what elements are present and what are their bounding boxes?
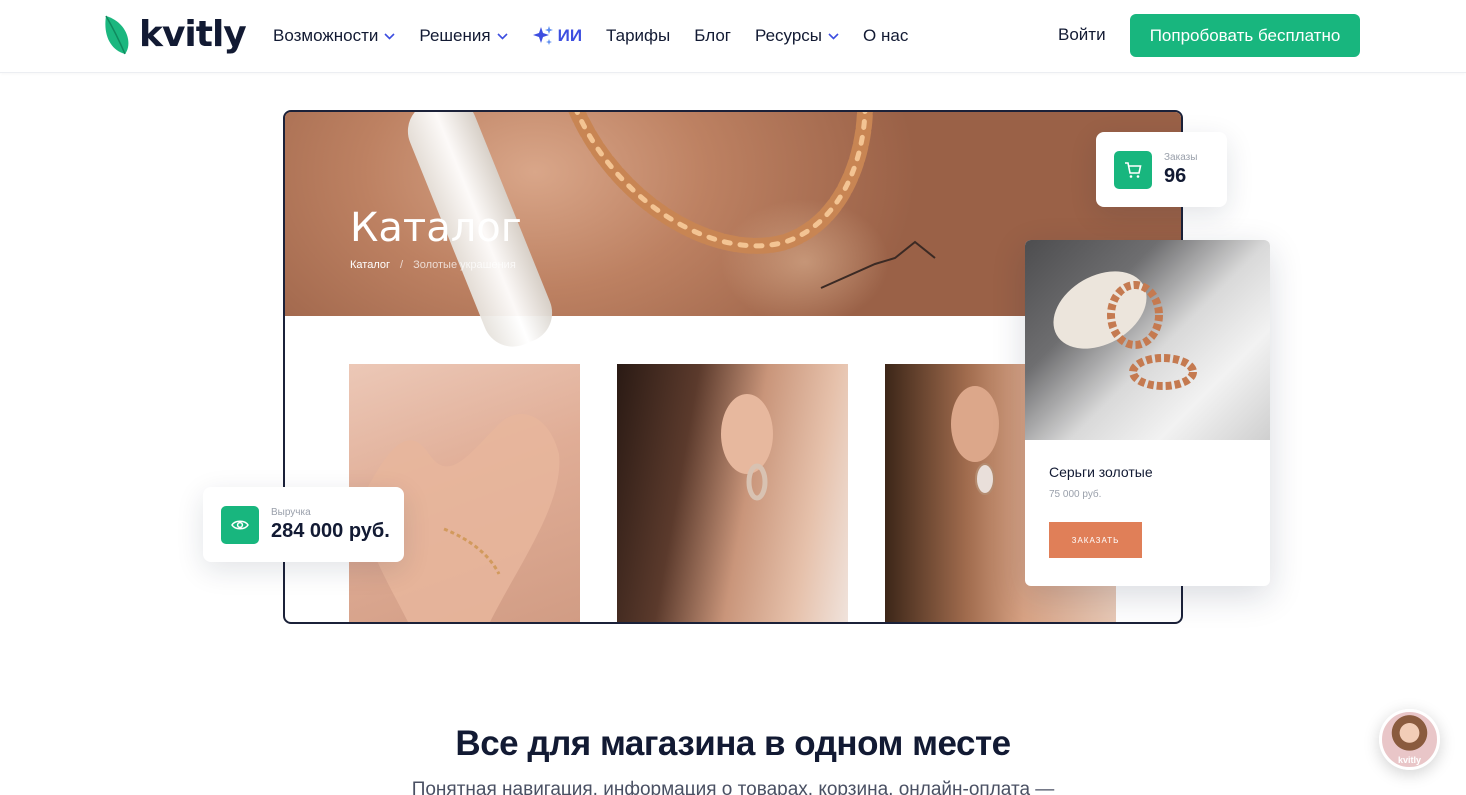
revenue-stat-card: Выручка 284 000 руб. [203, 487, 404, 562]
order-button[interactable]: ЗАКАЗАТЬ [1049, 522, 1142, 558]
earrings-on-stone-shape [1053, 271, 1197, 390]
breadcrumb-separator: / [400, 259, 404, 271]
product-image-earring-hoop[interactable] [617, 364, 848, 622]
menu-item-about[interactable]: О нас [863, 26, 908, 46]
menu-item-solutions[interactable]: Решения [419, 26, 508, 46]
ear-shape [721, 394, 773, 501]
orders-label: Заказы [1164, 151, 1198, 163]
revenue-value: 284 000 руб. [271, 519, 390, 542]
main-menu: Возможности Решения ИИ Тарифы Блог Ресур… [273, 24, 932, 48]
product-card[interactable]: Серьги золотые 75 000 руб. ЗАКАЗАТЬ [1025, 240, 1270, 586]
orders-stat-card: Заказы 96 [1096, 132, 1227, 207]
chevron-down-icon [384, 32, 395, 40]
revenue-label: Выручка [271, 506, 311, 518]
chat-widget-label: kvitly [1397, 755, 1421, 765]
menu-item-label: Блог [694, 26, 731, 45]
eye-icon [221, 505, 259, 544]
leaf-logo-icon [105, 15, 129, 55]
product-price: 75 000 руб. [1049, 489, 1102, 500]
menu-item-label: Тарифы [606, 26, 671, 45]
menu-item-ai[interactable]: ИИ [532, 25, 582, 47]
menu-item-label: О нас [863, 26, 909, 45]
section-title: Все для магазина в одном месте [455, 724, 1011, 763]
menu-item-resources[interactable]: Ресурсы [755, 26, 839, 46]
breadcrumb-item-current: Золотые украшения [413, 259, 516, 271]
menu-item-label: Ресурсы [755, 26, 823, 45]
top-navbar: kvitly Возможности Решения ИИ Тарифы Бло… [0, 0, 1466, 73]
product-name: Серьги золотые [1049, 464, 1153, 480]
menu-item-label: Возможности [273, 26, 379, 45]
chat-widget-avatar[interactable]: kvitly [1379, 709, 1440, 770]
sparkle-icon [532, 26, 553, 45]
menu-item-blog[interactable]: Блог [694, 26, 731, 46]
orders-value: 96 [1164, 164, 1187, 187]
chevron-down-icon [828, 32, 839, 40]
menu-item-label: Решения [419, 26, 491, 45]
logo[interactable]: kvitly [103, 14, 247, 56]
logo-text: kvitly [139, 14, 247, 55]
section-subtitle: Понятная навигация, информация о товарах… [411, 779, 1055, 795]
catalog-title: Каталог [350, 205, 522, 251]
product-card-image [1025, 240, 1270, 440]
login-link[interactable]: Войти [1058, 25, 1106, 45]
chevron-down-icon [497, 32, 508, 40]
menu-item-label: ИИ [557, 26, 583, 45]
breadcrumb: Каталог / Золотые украшения [350, 259, 516, 271]
breadcrumb-item-catalog[interactable]: Каталог [350, 259, 390, 271]
menu-item-features[interactable]: Возможности [273, 26, 395, 46]
menu-item-pricing[interactable]: Тарифы [606, 26, 670, 46]
try-free-button[interactable]: Попробовать бесплатно [1130, 14, 1360, 57]
cart-icon [1114, 150, 1152, 189]
